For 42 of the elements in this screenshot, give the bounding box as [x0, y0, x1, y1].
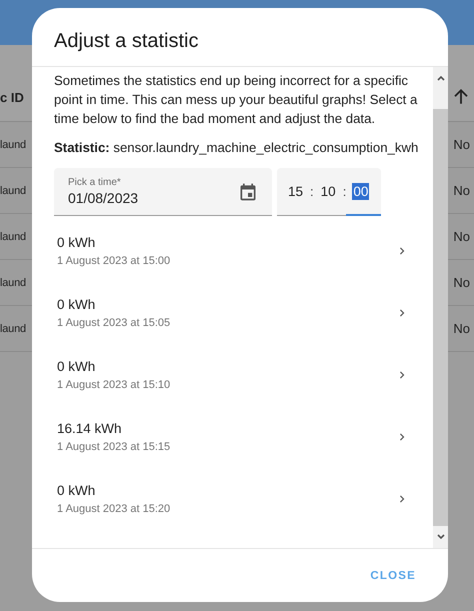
entry-value: 0 kWh [57, 297, 96, 312]
time-separator: : [342, 184, 346, 199]
table-cell: laund [0, 322, 26, 334]
table-cell: No [453, 183, 470, 198]
statistic-entry[interactable]: 16.14 kWh 1 August 2023 at 15:15 [54, 406, 419, 468]
sort-arrow-icon[interactable] [452, 88, 470, 106]
entry-value: 0 kWh [57, 235, 96, 250]
statistic-entry[interactable]: 0 kWh 1 August 2023 at 15:05 [54, 282, 419, 344]
table-cell: No [453, 137, 470, 152]
field-value: 01/08/2023 [68, 190, 138, 206]
entry-value: 0 kWh [57, 359, 96, 374]
table-cell: No [453, 275, 470, 290]
description: Sometimes the statistics end up being incorrect for a specific point in time. This can mess up your beautiful graphs! Select a time below to find the bad moment and adjust the data. [54, 72, 418, 128]
time-segment[interactable]: 10 [320, 183, 337, 200]
entry-value: 16.14 kWh [57, 421, 123, 436]
table-cell: laund [0, 138, 26, 150]
entry-time: 1 August 2023 at 15:20 [57, 503, 170, 515]
table-cell: laund [0, 230, 26, 242]
table-cell: laund [0, 184, 26, 196]
entry-value: 0 kWh [57, 483, 96, 498]
entry-time: 1 August 2023 at 15:00 [57, 255, 170, 267]
scroll-down-icon[interactable] [436, 532, 446, 542]
scroll-up-icon[interactable] [436, 73, 446, 83]
entry-time: 1 August 2023 at 15:05 [57, 317, 170, 329]
calendar-icon[interactable] [238, 182, 258, 202]
table-cell: No [453, 229, 470, 244]
time-separator: : [310, 184, 314, 199]
entry-time: 1 August 2023 at 15:15 [57, 441, 170, 453]
time-segment[interactable]: 00 [352, 183, 370, 200]
table-cell: laund [0, 276, 26, 288]
time-segment[interactable]: 15 [287, 183, 304, 200]
dialog-title: Adjust a statistic [54, 28, 199, 52]
entry-time: 1 August 2023 at 15:10 [57, 379, 170, 391]
table-cell: No [453, 321, 470, 336]
statistic-entry[interactable]: 0 kWh 1 August 2023 at 15:20 [54, 468, 419, 530]
statistic-label: Statistic: sensor.laundry_machine_electric_consumption_kwh [54, 140, 419, 155]
statistic-entry[interactable]: 0 kWh 1 August 2023 at 15:10 [54, 344, 419, 406]
statistic-entry[interactable]: 0 kWh 1 August 2023 at 15:00 [54, 220, 419, 282]
date-field[interactable]: Pick a time* 01/08/2023 [54, 168, 272, 216]
column-header[interactable]: c ID [0, 62, 24, 104]
field-label: Pick a time* [68, 177, 122, 188]
time-field[interactable]: 15 : 10 : 00 [277, 168, 381, 216]
